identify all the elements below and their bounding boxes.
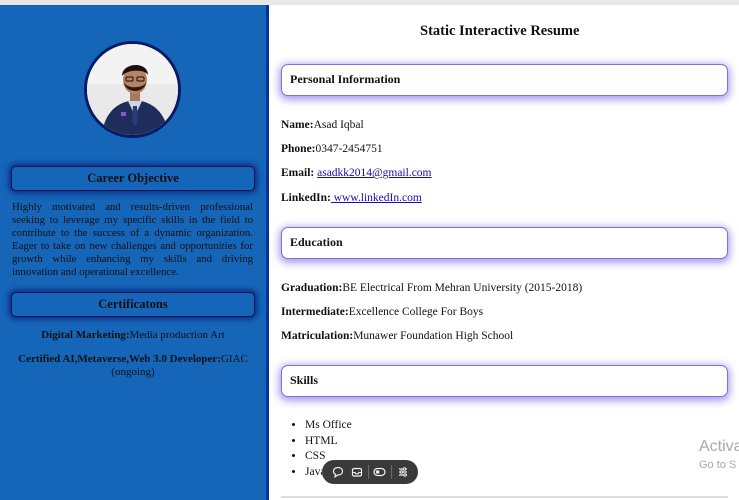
- career-objective-heading: Career Objective: [11, 166, 255, 191]
- cert-label: Certified AI,Metaverse,Web 3.0 Developer…: [18, 353, 221, 365]
- matriculation-field: Matriculation:Munawer Foundation High Sc…: [281, 329, 513, 343]
- certifications-heading: Certificatons: [11, 292, 255, 317]
- floating-toolbar: [322, 460, 418, 484]
- toolbar-separator: [367, 465, 369, 479]
- cert-value: Media production Art: [129, 329, 225, 341]
- name-value: Asad Iqbal: [313, 119, 364, 131]
- toggle-icon[interactable]: [372, 464, 388, 480]
- matriculation-value: Munawer Foundation High School: [353, 330, 514, 342]
- phone-field: Phone:0347-2454751: [281, 142, 383, 156]
- graduation-value: BE Electrical From Mehran University (20…: [342, 282, 583, 294]
- intermediate-value: Excellence College For Boys: [348, 306, 484, 318]
- sidebar-divider: [266, 5, 269, 500]
- email-link[interactable]: asadkk2014@gmail.com: [317, 167, 431, 179]
- cert-item: Certified AI,Metaverse,Web 3.0 Developer…: [12, 353, 254, 379]
- next-card-edge: [281, 496, 728, 498]
- education-card[interactable]: Education: [281, 227, 728, 259]
- skills-card[interactable]: Skills: [281, 365, 728, 397]
- inbox-icon[interactable]: [349, 464, 365, 480]
- email-label: Email:: [281, 167, 315, 179]
- activation-watermark: Activa Go to S: [699, 438, 739, 471]
- linkedin-label: LinkedIn:: [281, 192, 331, 204]
- page-title: Static Interactive Resume: [420, 23, 580, 39]
- comment-icon[interactable]: [330, 464, 346, 480]
- settings-icon[interactable]: [395, 464, 411, 480]
- career-objective-text: Highly motivated and results-driven prof…: [12, 201, 253, 278]
- email-field: Email: asadkk2014@gmail.com: [281, 166, 432, 180]
- linkedin-link[interactable]: www.linkedIn.com: [331, 192, 422, 204]
- name-label: Name:: [281, 119, 314, 131]
- cert-label: Digital Marketing:: [41, 329, 130, 341]
- matriculation-label: Matriculation:: [281, 330, 354, 342]
- graduation-label: Graduation:: [281, 282, 343, 294]
- profile-photo: [84, 41, 181, 138]
- linkedin-field: LinkedIn: www.linkedIn.com: [281, 191, 422, 205]
- cert-item: Digital Marketing:Media production Art: [12, 329, 254, 342]
- personal-info-card[interactable]: Personal Information: [281, 64, 728, 96]
- intermediate-label: Intermediate:: [281, 306, 349, 318]
- watermark-line1: Activa: [699, 438, 739, 455]
- skill-item: Ms Office: [305, 418, 352, 434]
- skill-item: HTML: [305, 434, 352, 450]
- watermark-line2: Go to S: [699, 459, 737, 471]
- phone-label: Phone:: [281, 143, 316, 155]
- name-field: Name:Asad Iqbal: [281, 118, 364, 132]
- intermediate-field: Intermediate:Excellence College For Boys: [281, 305, 483, 319]
- toolbar-separator: [390, 465, 392, 479]
- graduation-field: Graduation:BE Electrical From Mehran Uni…: [281, 281, 582, 295]
- phone-value: 0347-2454751: [315, 143, 383, 155]
